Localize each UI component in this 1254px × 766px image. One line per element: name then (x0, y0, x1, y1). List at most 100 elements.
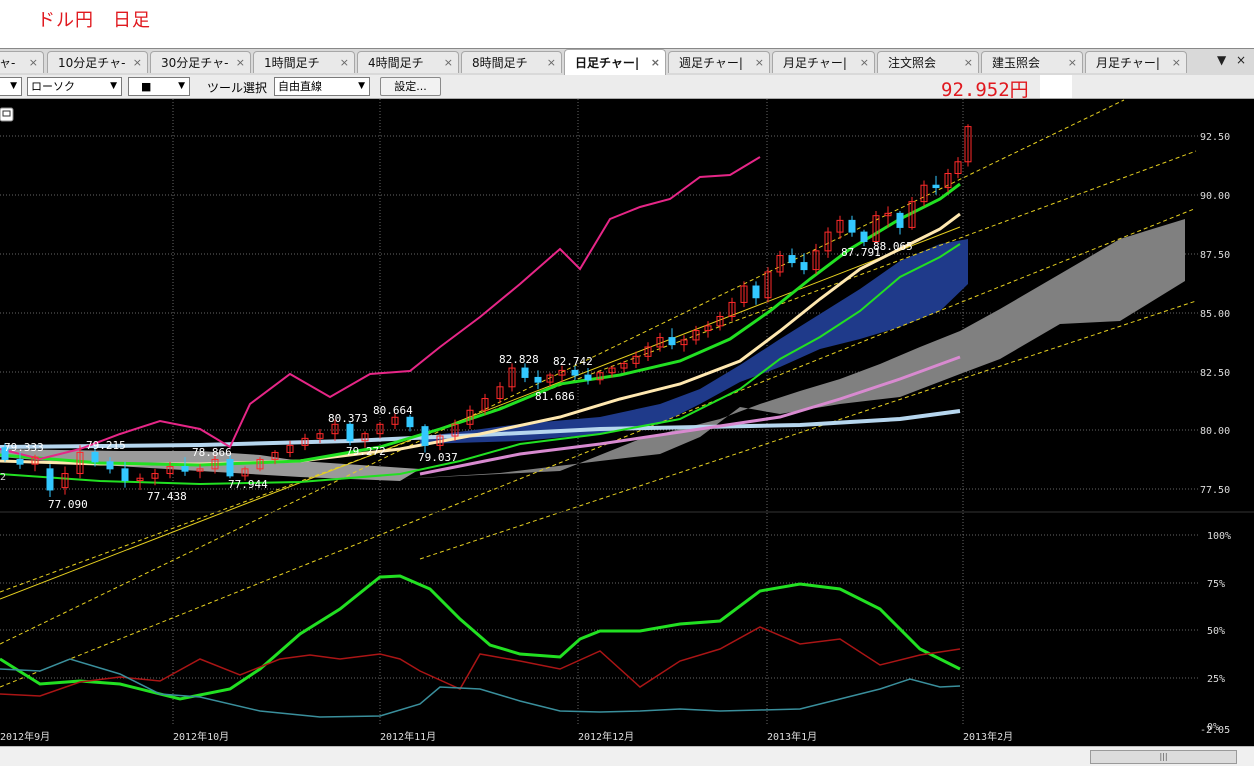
candle (106, 461, 114, 470)
tab-label: 8時間足チ (472, 56, 528, 70)
candle (584, 374, 592, 381)
osc-axis-label: 100% (1207, 531, 1231, 542)
candle (848, 219, 856, 233)
price-annotation: 79.215 (86, 439, 126, 452)
price-annotation: 77.944 (228, 478, 268, 491)
collapse-icon[interactable] (0, 107, 14, 122)
candle (932, 184, 940, 189)
tab-label: 週足チャー| (679, 56, 743, 70)
window-close-icon[interactable]: × (1236, 53, 1246, 67)
osc-axis-label: 25% (1207, 674, 1225, 685)
price-annotation: 79.272 (346, 445, 386, 458)
current-price: 92.952円 (941, 79, 1029, 101)
tab-0[interactable]: ャ- × (0, 51, 44, 73)
tab-2[interactable]: 30分足チャ- × (150, 51, 251, 73)
candle (406, 416, 414, 428)
price-axis-label: 92.50 (1200, 132, 1230, 143)
tab-8[interactable]: 月足チャー| × (772, 51, 875, 73)
settings-button[interactable]: 設定... (380, 77, 441, 96)
price-axis-label: 85.00 (1200, 309, 1230, 320)
price-annotation: 78.866 (192, 446, 232, 459)
tab-menu-icon[interactable]: ▼ (1217, 53, 1226, 67)
tab-label: 注文照会 (888, 56, 937, 70)
horizontal-scrollbar[interactable]: ||| (0, 746, 1254, 766)
dropdown-arrow-icon: ▼ (10, 81, 17, 91)
tab-11[interactable]: 月足チャー| × (1085, 51, 1187, 73)
tab-close-icon[interactable]: × (1172, 52, 1181, 73)
candle (896, 212, 904, 228)
date-axis-label: 2012年12月 (578, 730, 634, 743)
trend-line (0, 226, 961, 600)
tab-label: 4時間足チ (368, 56, 424, 70)
date-axis-label: 2012年10月 (173, 730, 229, 743)
price-axis-label: 87.50 (1200, 250, 1230, 261)
tab-label: 10分足チャ- (58, 56, 126, 70)
price-annotation: 80.373 (328, 412, 368, 425)
tool-select[interactable]: 自由直線 ▼ (274, 77, 370, 96)
price-annotation: 80.664 (373, 404, 413, 417)
tab-close-icon[interactable]: × (236, 52, 245, 73)
price-axis-label: 82.50 (1200, 368, 1230, 379)
candle (571, 369, 579, 376)
tab-5[interactable]: 8時間足チ × (461, 51, 562, 73)
tab-close-icon[interactable]: × (29, 52, 38, 73)
oscillator-line (0, 658, 961, 718)
price-annotation: 81.686 (535, 390, 575, 403)
style-value: ■ (141, 80, 152, 93)
price-annotation: 79.333 (4, 441, 44, 454)
stochastic-k-line (0, 574, 961, 701)
candlestick-chart[interactable]: 79.333 79.215 78.866 77.090 77.438 77.944 80.3… (0, 99, 1254, 746)
tab-3[interactable]: 1時間足チ × (253, 51, 355, 73)
style-select[interactable]: ■ ▼ (128, 77, 190, 96)
chart-canvas[interactable]: 79.333 79.215 78.866 77.090 77.438 77.944 80.3… (0, 99, 1254, 746)
page-title: ドル円 日足 (37, 10, 151, 31)
price-annotation: 77.438 (147, 490, 187, 503)
candle (534, 376, 542, 383)
candle (860, 231, 868, 242)
tab-close-icon[interactable]: × (547, 52, 556, 73)
date-axis-label: 2013年2月 (963, 730, 1013, 743)
tab-6[interactable]: 日足チャー| × (564, 49, 666, 75)
tab-close-icon[interactable]: × (755, 52, 764, 73)
tab-1[interactable]: 10分足チャ- × (47, 51, 148, 73)
candle (16, 458, 24, 465)
tab-close-icon[interactable]: × (860, 52, 869, 73)
tool-select-label: ツール選択 (207, 81, 268, 95)
candle (800, 262, 808, 271)
tool-value: 自由直線 (278, 80, 322, 93)
tab-close-icon[interactable]: × (651, 50, 660, 75)
tab-9[interactable]: 注文照会 × (877, 51, 979, 73)
candle (346, 423, 354, 442)
tab-label: 日足チャー| (575, 56, 640, 70)
tab-close-icon[interactable]: × (1068, 52, 1077, 73)
trend-line (0, 150, 1197, 593)
candle (121, 468, 129, 482)
date-axis-label: 2012年11月 (380, 730, 436, 743)
tab-10[interactable]: 建玉照会 × (981, 51, 1083, 73)
price-annotation: 82.742 (553, 355, 593, 368)
period-select[interactable]: ▼ (0, 77, 22, 96)
price-annotation: 82.828 (499, 353, 539, 366)
tab-4[interactable]: 4時間足チ × (357, 51, 459, 73)
tab-label: 月足チャー| (783, 56, 847, 70)
chart-type-select[interactable]: ローソク ▼ (27, 77, 122, 96)
ma-short-2 (0, 243, 961, 486)
chart-type-value: ローソク (31, 80, 75, 93)
candle (91, 451, 99, 463)
price-annotation: 77.090 (48, 498, 88, 511)
tab-close-icon[interactable]: × (444, 52, 453, 73)
dropdown-arrow-icon: ▼ (178, 81, 185, 91)
tab-close-icon[interactable]: × (340, 52, 349, 73)
chart-tab-bar: ャ- × 10分足チャ- × 30分足チャ- × 1時間足チ × 4時間足チ × 8時間足チ × 日足チ… (0, 48, 1254, 76)
price-axis-label: 80.00 (1200, 426, 1230, 437)
osc-axis-fragment: -2.05 (1200, 725, 1230, 736)
price-axis-label: 77.50 (1200, 485, 1230, 496)
price-annotation-fragment: 2 (0, 472, 6, 483)
tab-close-icon[interactable]: × (964, 52, 973, 73)
candle (668, 337, 676, 346)
tab-label: 月足チャー| (1096, 56, 1160, 70)
tab-7[interactable]: 週足チャー| × (668, 51, 770, 73)
candle (181, 466, 189, 472)
tab-close-icon[interactable]: × (133, 52, 142, 73)
scrollbar-thumb[interactable]: ||| (1090, 750, 1237, 764)
